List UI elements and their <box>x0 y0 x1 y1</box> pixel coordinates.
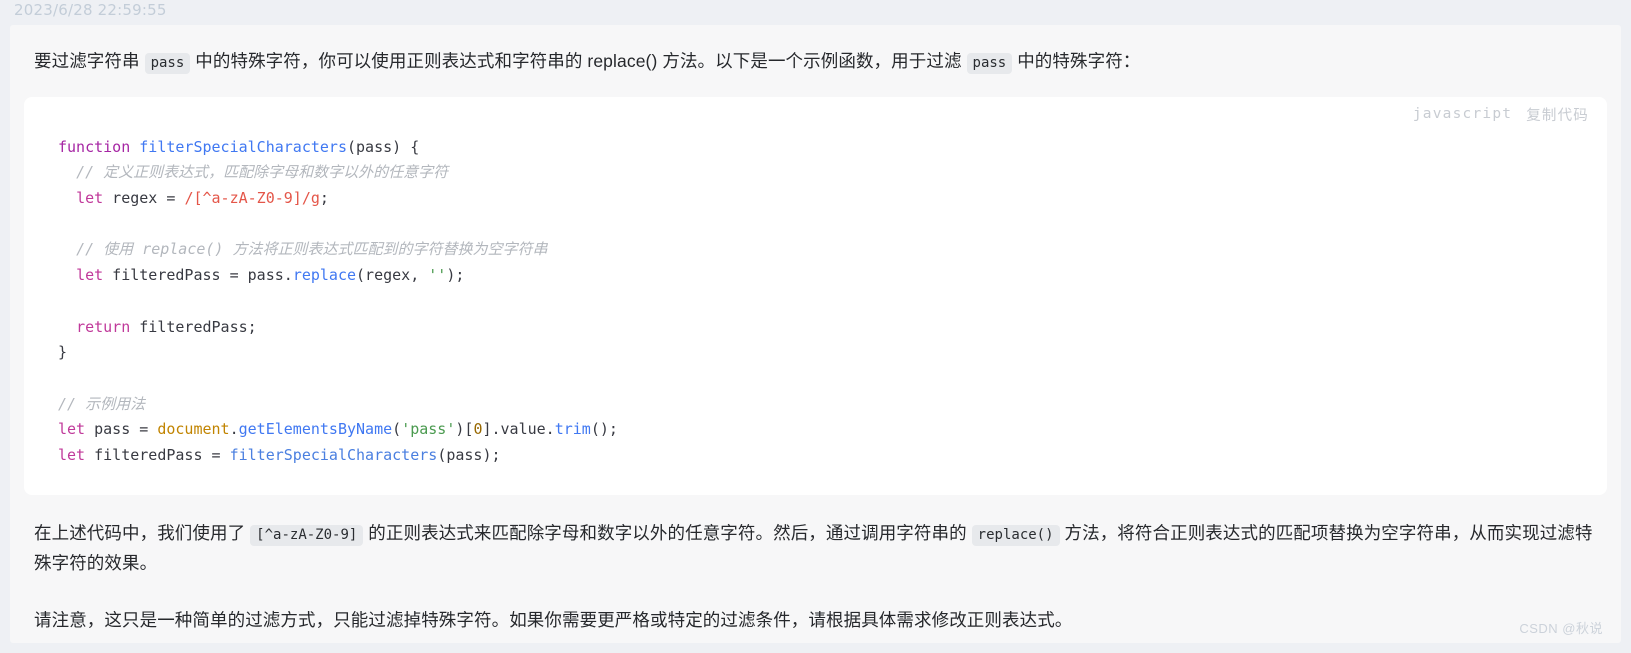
code-line: let filteredPass = pass.replace(regex, '… <box>58 263 1607 289</box>
explanation-segment-1: 在上述代码中，我们使用了 <box>34 522 246 543</box>
code-token: trim <box>554 420 591 439</box>
code-language-label: javascript <box>1412 106 1513 123</box>
assistant-message-card: 要过滤字符串 pass 中的特殊字符，你可以使用正则表达式和字符串的 repla… <box>10 25 1621 643</box>
code-line: // 定义正则表达式，匹配除字母和数字以外的任意字符 <box>58 160 1607 186</box>
note-paragraph: 请注意，这只是一种简单的过滤方式，只能过滤掉特殊字符。如果你需要更严格或特定的过… <box>34 610 1073 631</box>
code-token: // 定义正则表达式，匹配除字母和数字以外的任意字符 <box>76 163 449 182</box>
intro-segment-1: 要过滤字符串 <box>34 51 140 71</box>
code-line: let regex = /[^a-zA-Z0-9]/g; <box>58 186 1607 212</box>
intro-segment-2: 中的特殊字符，你可以使用正则表达式和字符串的 replace() 方法。以下是一… <box>195 51 962 71</box>
code-token: function <box>58 137 131 156</box>
code-token: pass = <box>85 420 158 439</box>
code-line: function filterSpecialCharacters(pass) { <box>58 135 1607 161</box>
intro-segment-3: 中的特殊字符： <box>1017 51 1141 71</box>
watermark: CSDN @秋说 <box>1519 621 1603 636</box>
code-line: // 示例用法 <box>58 392 1607 418</box>
code-token: filteredPass = pass. <box>103 266 293 285</box>
code-token: filterSpecialCharacters <box>229 446 438 465</box>
code-block: javascript 复制代码 function filterSpecialCh… <box>24 96 1607 495</box>
code-line: let pass = document.getElementsByName('p… <box>58 417 1607 443</box>
code-token: let <box>58 420 86 439</box>
code-token: // 使用 replace() 方法将正则表达式匹配到的字符替换为空字符串 <box>76 240 548 259</box>
code-token: (pass); <box>437 446 501 465</box>
code-token: (regex, <box>356 266 429 285</box>
code-token: getElementsByName <box>238 420 393 439</box>
code-line: } <box>58 340 1607 366</box>
code-line: // 使用 replace() 方法将正则表达式匹配到的字符替换为空字符串 <box>58 237 1607 263</box>
code-token: (); <box>590 420 618 439</box>
code-token: ; <box>319 189 329 208</box>
code-token: let <box>58 446 86 465</box>
code-line: let filteredPass = filterSpecialCharacte… <box>58 443 1607 469</box>
message-body: 要过滤字符串 pass 中的特殊字符，你可以使用正则表达式和字符串的 repla… <box>10 25 1621 77</box>
code-token: let <box>76 266 104 285</box>
timestamp-bar: 2023/6/28 22:59:55 <box>0 0 1631 22</box>
code-token: (pass) { <box>347 137 420 156</box>
code-token: } <box>58 343 68 362</box>
code-token: let <box>76 189 104 208</box>
code-token: document <box>157 420 230 439</box>
code-token: regex = <box>103 189 185 208</box>
code-token: filteredPass; <box>130 317 257 336</box>
copy-code-button[interactable]: 复制代码 <box>1526 104 1589 125</box>
intro-paragraph: 要过滤字符串 pass 中的特殊字符，你可以使用正则表达式和字符串的 repla… <box>34 25 1597 77</box>
inline-code-pass-2: pass <box>966 53 1013 74</box>
inline-code-pass-1: pass <box>144 53 191 74</box>
message-body-tail: 在上述代码中，我们使用了 [^a-zA-Z0-9] 的正则表达式来匹配除字母和数… <box>10 495 1621 636</box>
code-content[interactable]: function filterSpecialCharacters(pass) {… <box>24 123 1607 495</box>
code-token: . <box>229 420 239 439</box>
explanation-paragraph: 在上述代码中，我们使用了 [^a-zA-Z0-9] 的正则表达式来匹配除字母和数… <box>34 495 1597 579</box>
explanation-segment-2: 的正则表达式来匹配除字母和数字以外的任意字符。然后，通过调用字符串的 <box>368 522 967 543</box>
code-token: /[^a-zA-Z0-9]/g <box>184 189 320 208</box>
code-token: ].value. <box>482 420 555 439</box>
code-block-header: javascript 复制代码 <box>24 97 1607 125</box>
code-token: ( <box>392 420 402 439</box>
inline-code-regex: [^a-zA-Z0-9] <box>250 524 364 546</box>
timestamp: 2023/6/28 22:59:55 <box>14 1 167 19</box>
code-token: // 示例用法 <box>58 394 146 413</box>
code-line: return filteredPass; <box>58 315 1607 341</box>
inline-code-replace: replace() <box>971 524 1060 546</box>
code-token: '' <box>428 266 447 285</box>
code-token: filteredPass = <box>85 446 230 465</box>
code-token: replace <box>292 266 357 285</box>
code-token: filterSpecialCharacters <box>139 137 347 156</box>
code-token: return <box>76 317 131 336</box>
code-token: ); <box>446 266 465 285</box>
code-token: )[ <box>455 420 474 439</box>
code-token: 'pass' <box>401 420 456 439</box>
